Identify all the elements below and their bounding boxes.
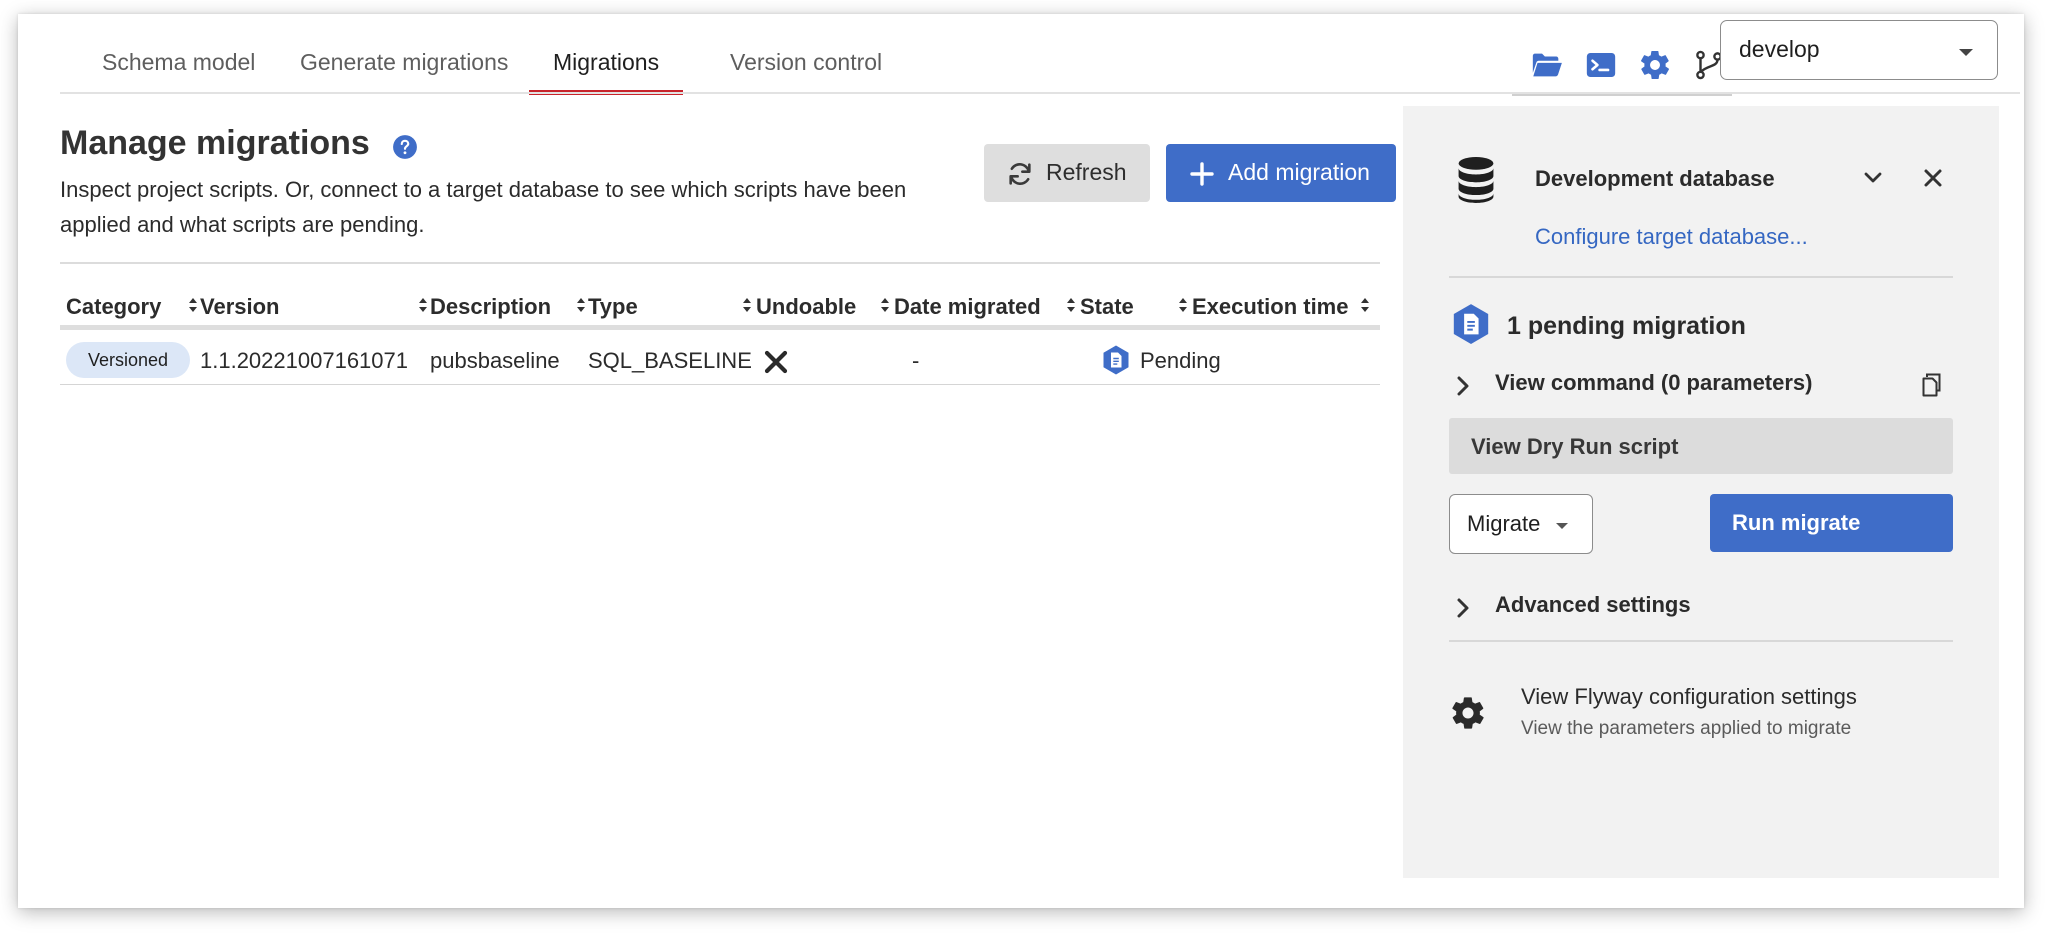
copy-icon[interactable] bbox=[1921, 372, 1943, 398]
column-header-undoable[interactable]: Undoable bbox=[756, 294, 856, 320]
table-row[interactable]: Versioned 1.1.20221007161071 pubsbaselin… bbox=[60, 334, 1380, 385]
tab-migrations[interactable]: Migrations bbox=[528, 48, 684, 95]
sort-icon[interactable] bbox=[188, 297, 198, 313]
pending-script-icon bbox=[1103, 345, 1129, 375]
view-dry-run-label: View Dry Run script bbox=[1471, 434, 1679, 459]
category-badge: Versioned bbox=[66, 342, 190, 378]
help-icon[interactable] bbox=[392, 134, 418, 160]
tab-schema-model[interactable]: Schema model bbox=[102, 48, 255, 92]
gear-icon bbox=[1452, 697, 1484, 729]
column-header-version[interactable]: Version bbox=[200, 294, 279, 320]
view-command-toggle[interactable]: View command (0 parameters) bbox=[1495, 370, 1813, 396]
refresh-button[interactable]: Refresh bbox=[984, 144, 1150, 202]
app-window: Schema model Generate migrations Migrati… bbox=[18, 14, 2024, 908]
sort-icon[interactable] bbox=[880, 297, 890, 313]
plus-icon bbox=[1190, 162, 1214, 186]
add-migration-button-label: Add migration bbox=[1228, 159, 1370, 185]
refresh-button-label: Refresh bbox=[1046, 159, 1127, 185]
page-subtitle: Inspect project scripts. Or, connect to … bbox=[60, 177, 907, 237]
page-title: Manage migrations bbox=[60, 124, 370, 162]
close-icon[interactable] bbox=[1923, 168, 1943, 188]
run-migrate-label: Run migrate bbox=[1732, 510, 1861, 535]
flyway-config-link[interactable]: View Flyway configuration settings bbox=[1521, 684, 1857, 710]
x-mark-icon bbox=[764, 350, 788, 374]
sort-icon[interactable] bbox=[1178, 297, 1188, 313]
database-icon bbox=[1458, 157, 1494, 203]
chevron-right-icon[interactable] bbox=[1455, 374, 1471, 398]
command-select-value: Migrate bbox=[1467, 511, 1541, 536]
folder-icon[interactable] bbox=[1530, 48, 1564, 82]
flyway-config-description: View the parameters applied to migrate bbox=[1521, 718, 1852, 739]
cell-type: SQL_BASELINE bbox=[588, 348, 752, 373]
command-select[interactable]: Migrate bbox=[1449, 494, 1593, 554]
run-migrate-button[interactable]: Run migrate bbox=[1710, 494, 1953, 552]
sort-icon[interactable] bbox=[418, 297, 428, 313]
caret-down-icon bbox=[1556, 523, 1568, 529]
gear-icon[interactable] bbox=[1638, 48, 1672, 82]
cell-version: 1.1.20221007161071 bbox=[200, 348, 408, 373]
toolbar-icons bbox=[1512, 32, 1732, 96]
database-title: Development database bbox=[1535, 166, 1775, 191]
pending-script-icon bbox=[1453, 304, 1489, 344]
column-header-description[interactable]: Description bbox=[430, 294, 551, 320]
target-database-panel: Development database Configure target da… bbox=[1403, 106, 1999, 878]
configure-target-database-link[interactable]: Configure target database... bbox=[1535, 224, 1808, 250]
cell-description: pubsbaseline bbox=[430, 348, 560, 373]
chevron-right-icon[interactable] bbox=[1455, 596, 1471, 620]
view-dry-run-button[interactable]: View Dry Run script bbox=[1449, 418, 1953, 474]
column-header-state[interactable]: State bbox=[1080, 294, 1134, 320]
sort-icon[interactable] bbox=[742, 297, 752, 313]
advanced-settings-toggle[interactable]: Advanced settings bbox=[1495, 592, 1691, 618]
tab-generate-migrations[interactable]: Generate migrations bbox=[300, 48, 508, 92]
column-header-execution-time[interactable]: Execution time bbox=[1192, 294, 1348, 320]
terminal-icon[interactable] bbox=[1584, 48, 1618, 82]
main-content: Manage migrations Inspect project script… bbox=[60, 94, 1396, 904]
add-migration-button[interactable]: Add migration bbox=[1166, 144, 1396, 202]
cell-date-migrated: - bbox=[912, 348, 920, 373]
panel-divider bbox=[1449, 276, 1953, 278]
chevron-down-icon[interactable] bbox=[1863, 170, 1883, 186]
panel-divider bbox=[1449, 640, 1953, 642]
sort-icon[interactable] bbox=[1360, 297, 1370, 313]
refresh-icon bbox=[1009, 163, 1031, 185]
table-header: Category Version Description Type Undoab… bbox=[60, 278, 1380, 330]
column-header-category[interactable]: Category bbox=[66, 294, 161, 320]
branch-select-value: develop bbox=[1739, 36, 1820, 62]
column-header-date-migrated[interactable]: Date migrated bbox=[894, 294, 1041, 320]
cell-state: Pending bbox=[1140, 348, 1221, 373]
sort-icon[interactable] bbox=[1066, 297, 1076, 313]
header-divider bbox=[60, 262, 1380, 264]
tab-version-control[interactable]: Version control bbox=[730, 48, 882, 92]
column-header-type[interactable]: Type bbox=[588, 294, 638, 320]
branch-select[interactable]: develop bbox=[1720, 20, 1998, 80]
pending-migrations-title: 1 pending migration bbox=[1507, 312, 1746, 340]
sort-icon[interactable] bbox=[576, 297, 586, 313]
chevron-down-icon bbox=[1959, 49, 1973, 56]
